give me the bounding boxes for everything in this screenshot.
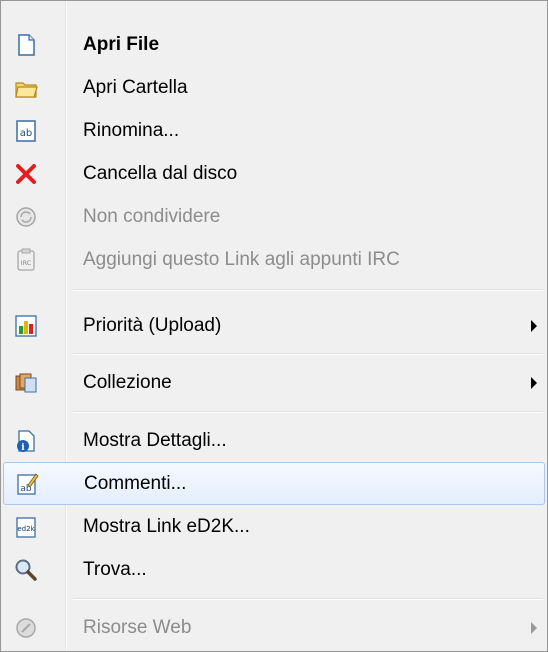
menu-item-priorita-upload[interactable]: Priorità (Upload) <box>3 304 545 347</box>
menu-item-apri-cartella[interactable]: Apri Cartella <box>3 66 545 109</box>
menu-item-risorse-web[interactable]: Risorse Web <box>3 606 545 649</box>
submenu-arrow-icon <box>531 319 537 332</box>
menu-item-label: Mostra Link eD2K... <box>83 515 250 537</box>
menu-separator <box>73 411 543 413</box>
rename-ab-icon: ab <box>13 118 39 144</box>
menu-item-label: Trova... <box>83 558 147 580</box>
menu-item-label: Aggiungi questo Link agli appunti IRC <box>83 248 400 270</box>
menu-item-label: Risorse Web <box>83 616 192 638</box>
magnifier-icon <box>13 557 39 583</box>
menu-item-non-condividere[interactable]: Non condividere <box>3 195 545 238</box>
submenu-arrow-icon <box>531 621 537 634</box>
menu-item-label: Priorità (Upload) <box>83 314 222 336</box>
menu-item-apri-file[interactable]: Apri File <box>3 23 545 66</box>
menu-item-label: Cancella dal disco <box>83 162 238 184</box>
submenu-arrow-icon <box>531 376 537 389</box>
web-resources-icon <box>13 615 39 641</box>
menu-separator <box>73 353 543 355</box>
menu-item-label: Rinomina... <box>83 119 180 141</box>
svg-text:i: i <box>21 443 25 453</box>
menu-item-collezione[interactable]: Collezione <box>3 361 545 404</box>
menu-item-label: Apri Cartella <box>83 76 188 98</box>
delete-x-icon <box>13 161 39 187</box>
menu-item-label: Non condividere <box>83 205 221 227</box>
ed2k-link-icon: ed2k <box>13 514 39 540</box>
unshare-icon <box>13 204 39 230</box>
menu-separator <box>73 598 543 600</box>
collection-icon <box>13 370 39 396</box>
priority-bars-icon <box>13 313 39 339</box>
menu-item-label: Mostra Dettagli... <box>83 429 227 451</box>
menu-item-trova[interactable]: Trova... <box>3 548 545 591</box>
menu-item-label: Commenti... <box>84 472 187 494</box>
comment-icon: ab <box>14 471 40 497</box>
svg-text:ed2k: ed2k <box>17 525 35 533</box>
irc-clipboard-icon: IRC <box>13 247 39 273</box>
menu-item-rinomina[interactable]: ab Rinomina... <box>3 109 545 152</box>
menu-item-aggiungi-irc[interactable]: IRC Aggiungi questo Link agli appunti IR… <box>3 238 545 281</box>
blank-file-icon <box>13 32 39 58</box>
details-icon: i <box>13 428 39 454</box>
menu-item-mostra-link-ed2k[interactable]: ed2k Mostra Link eD2K... <box>3 505 545 548</box>
menu-item-label: Apri File <box>83 33 160 55</box>
svg-text:IRC: IRC <box>21 259 32 267</box>
menu-separator <box>73 289 543 291</box>
menu-item-label: Collezione <box>83 371 172 393</box>
menu-item-cancella[interactable]: Cancella dal disco <box>3 152 545 195</box>
menu-item-mostra-dettagli[interactable]: i Mostra Dettagli... <box>3 419 545 462</box>
menu-item-commenti[interactable]: ab Commenti... <box>3 462 545 505</box>
context-menu: Apri File Apri Cartella ab Rinomina... C… <box>0 0 548 652</box>
svg-text:ab: ab <box>20 128 32 139</box>
folder-icon <box>13 75 39 101</box>
